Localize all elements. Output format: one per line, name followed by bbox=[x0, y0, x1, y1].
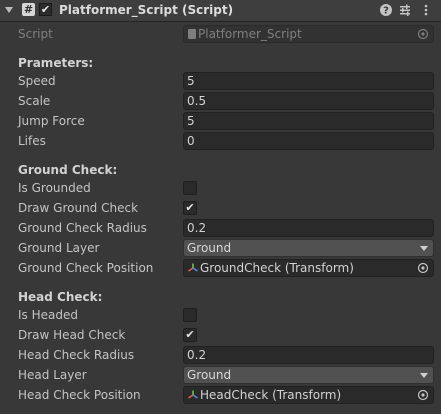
draw-ground-check-checkbox[interactable]: ✔ bbox=[183, 201, 197, 215]
lifes-row: Lifes 0 bbox=[0, 132, 441, 151]
head-check-radius-label: Head Check Radius bbox=[18, 348, 135, 362]
ground-layer-row: Ground Layer Ground bbox=[0, 239, 441, 258]
script-label: Script bbox=[18, 27, 53, 41]
speed-label: Speed bbox=[18, 74, 56, 88]
speed-row: Speed 5 bbox=[0, 72, 441, 91]
script-value: Platformer_Script bbox=[198, 27, 302, 41]
ground-check-radius-row: Ground Check Radius 0.2 bbox=[0, 219, 441, 238]
is-headed-label: Is Headed bbox=[18, 308, 78, 322]
help-icon[interactable]: ? bbox=[379, 3, 393, 17]
draw-ground-check-row: Draw Ground Check ✔ bbox=[0, 199, 441, 218]
ground-check-position-value: GroundCheck (Transform) bbox=[200, 261, 354, 275]
component-enabled-checkbox[interactable]: ✔ bbox=[39, 3, 52, 16]
object-picker-icon[interactable] bbox=[417, 389, 429, 401]
ground-layer-label: Ground Layer bbox=[18, 241, 100, 255]
script-icon: # bbox=[22, 3, 35, 16]
draw-head-check-row: Draw Head Check ✔ bbox=[0, 326, 441, 345]
ground-check-position-row: Ground Check Position GroundCheck (Trans… bbox=[0, 259, 441, 278]
head-check-position-value: HeadCheck (Transform) bbox=[200, 388, 342, 402]
is-grounded-checkbox[interactable] bbox=[183, 181, 197, 195]
ground-check-radius-label: Ground Check Radius bbox=[18, 221, 147, 235]
head-check-radius-row: Head Check Radius 0.2 bbox=[0, 346, 441, 365]
transform-icon bbox=[188, 390, 198, 399]
draw-head-check-label: Draw Head Check bbox=[18, 328, 126, 342]
object-picker-icon bbox=[417, 28, 429, 40]
head-layer-row: Head Layer Ground bbox=[0, 366, 441, 385]
parameters-header: Prameters: bbox=[18, 56, 94, 70]
transform-icon bbox=[188, 263, 198, 272]
head-check-position-field[interactable]: HeadCheck (Transform) bbox=[183, 386, 434, 404]
is-grounded-label: Is Grounded bbox=[18, 181, 91, 195]
ground-check-radius-input[interactable]: 0.2 bbox=[183, 219, 434, 237]
ground-check-position-field[interactable]: GroundCheck (Transform) bbox=[183, 259, 434, 277]
jump-force-label: Jump Force bbox=[18, 114, 85, 128]
draw-ground-check-label: Draw Ground Check bbox=[18, 201, 139, 215]
jump-force-row: Jump Force 5 bbox=[0, 112, 441, 131]
scale-input[interactable]: 0.5 bbox=[183, 92, 434, 110]
object-picker-icon[interactable] bbox=[417, 262, 429, 274]
presets-icon[interactable] bbox=[398, 3, 412, 17]
is-grounded-row: Is Grounded bbox=[0, 179, 441, 198]
script-object-field: Platformer_Script bbox=[183, 25, 434, 43]
ground-check-header: Ground Check: bbox=[18, 163, 118, 177]
head-check-header: Head Check: bbox=[18, 290, 103, 304]
svg-text:?: ? bbox=[383, 6, 389, 17]
scale-label: Scale bbox=[18, 94, 51, 108]
head-layer-label: Head Layer bbox=[18, 368, 87, 382]
foldout-arrow-icon[interactable] bbox=[5, 7, 13, 13]
head-layer-dropdown[interactable]: Ground bbox=[183, 366, 434, 384]
head-check-position-row: Head Check Position HeadCheck (Transform… bbox=[0, 386, 441, 405]
script-row: Script Platformer_Script bbox=[0, 25, 441, 44]
dropdown-arrow-icon bbox=[420, 246, 428, 251]
is-headed-row: Is Headed bbox=[0, 306, 441, 325]
script-file-icon bbox=[188, 29, 196, 39]
kebab-menu-icon[interactable] bbox=[419, 3, 433, 17]
lifes-input[interactable]: 0 bbox=[183, 132, 434, 150]
head-check-position-label: Head Check Position bbox=[18, 388, 141, 402]
ground-check-position-label: Ground Check Position bbox=[18, 261, 154, 275]
scale-row: Scale 0.5 bbox=[0, 92, 441, 111]
ground-layer-value: Ground bbox=[187, 241, 232, 255]
head-layer-value: Ground bbox=[187, 368, 232, 382]
component-title: Platformer_Script (Script) bbox=[59, 3, 234, 17]
lifes-label: Lifes bbox=[18, 134, 46, 148]
component-header[interactable]: # ✔ Platformer_Script (Script) ? bbox=[0, 0, 441, 22]
dropdown-arrow-icon bbox=[420, 373, 428, 378]
head-check-radius-input[interactable]: 0.2 bbox=[183, 346, 434, 364]
speed-input[interactable]: 5 bbox=[183, 72, 434, 90]
draw-head-check-checkbox[interactable]: ✔ bbox=[183, 328, 197, 342]
ground-layer-dropdown[interactable]: Ground bbox=[183, 239, 434, 257]
jump-force-input[interactable]: 5 bbox=[183, 112, 434, 130]
is-headed-checkbox[interactable] bbox=[183, 308, 197, 322]
